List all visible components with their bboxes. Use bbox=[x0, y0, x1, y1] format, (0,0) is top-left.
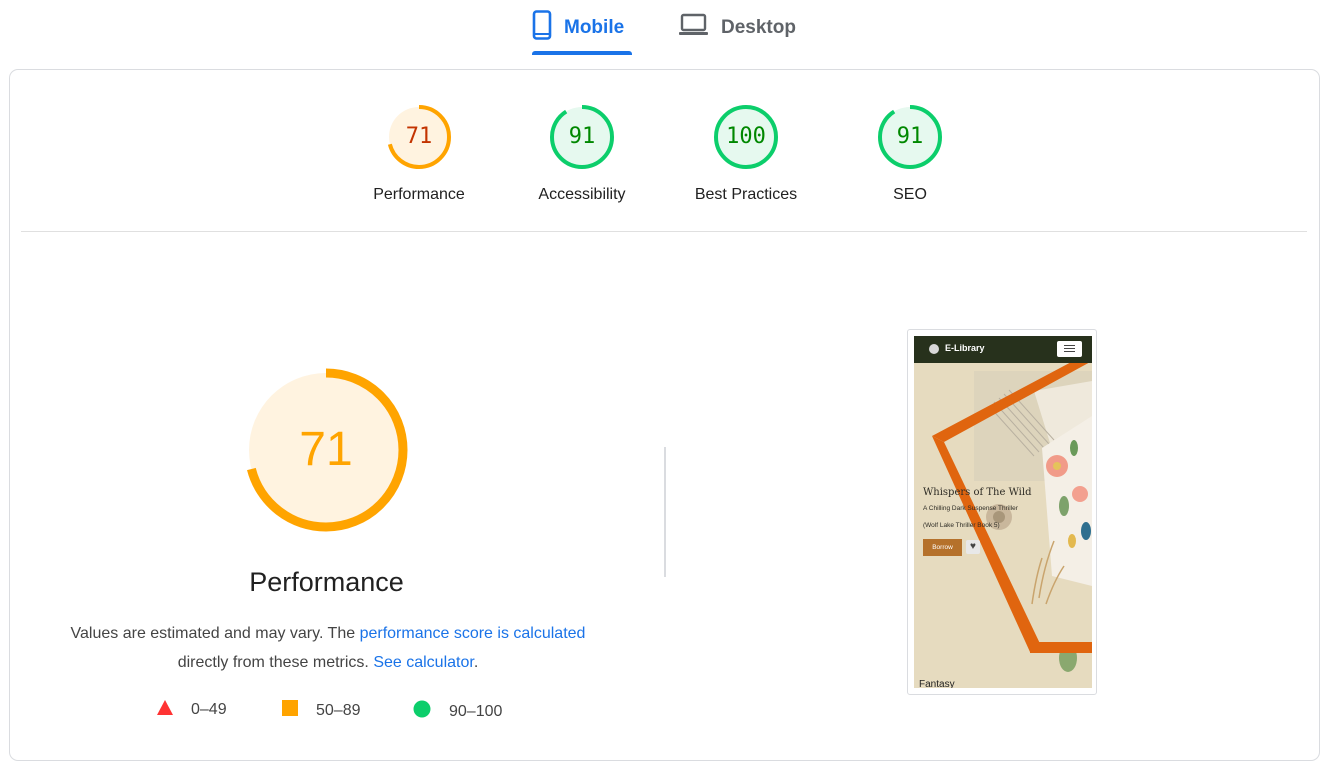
gauge-best-practices-label: Best Practices bbox=[694, 186, 798, 203]
laptop-icon bbox=[678, 13, 709, 43]
desc-text-3: . bbox=[473, 654, 479, 671]
gauge-best-practices[interactable]: 100 Best Practices bbox=[681, 102, 811, 204]
page-screenshot[interactable]: E-Library Whispers of The Wild A Chillin… bbox=[907, 329, 1097, 695]
tab-mobile[interactable]: Mobile bbox=[532, 0, 632, 56]
vertical-divider bbox=[664, 447, 666, 577]
square-icon bbox=[282, 700, 298, 721]
gauge-performance[interactable]: 71 Performance bbox=[354, 102, 484, 204]
legend-range-fail: 0–49 bbox=[191, 701, 227, 718]
smartphone-icon bbox=[532, 10, 552, 46]
site-navbar: E-Library bbox=[914, 336, 1092, 363]
gauge-accessibility[interactable]: 91 Accessibility bbox=[517, 102, 647, 204]
device-tabs: Mobile Desktop bbox=[0, 0, 1330, 58]
tab-desktop[interactable]: Desktop bbox=[678, 0, 803, 56]
circle-icon bbox=[413, 700, 431, 723]
legend-range-pass: 90–100 bbox=[449, 702, 503, 720]
active-tab-indicator bbox=[532, 51, 632, 55]
performance-score-large: 71 bbox=[299, 423, 353, 476]
see-calculator-link[interactable]: See calculator bbox=[373, 654, 474, 671]
gauge-best-practices-score: 100 bbox=[726, 124, 766, 149]
performance-gauge-large: 71 bbox=[242, 366, 410, 534]
screenshot-content: E-Library Whispers of The Wild A Chillin… bbox=[914, 336, 1092, 688]
gauge-performance-label: Performance bbox=[373, 186, 465, 203]
score-calculated-link[interactable]: performance score is calculated bbox=[360, 625, 586, 642]
performance-description: Values are estimated and may vary. The p… bbox=[43, 619, 613, 677]
gauge-accessibility-score: 91 bbox=[568, 124, 596, 149]
gauge-seo-score: 91 bbox=[896, 124, 924, 149]
score-gauges: 71 Performance 91 Accessibility 100 Best… bbox=[10, 102, 1319, 222]
heart-icon[interactable]: ♥ bbox=[966, 540, 980, 554]
gauge-seo[interactable]: 91 SEO bbox=[845, 102, 975, 204]
desc-text-2: directly from these metrics. bbox=[177, 654, 374, 671]
performance-title: Performance bbox=[249, 567, 404, 597]
site-name: E-Library bbox=[945, 343, 985, 353]
hero-image bbox=[914, 336, 1092, 688]
hero-title: Whispers of The Wild bbox=[923, 487, 1032, 498]
hamburger-menu-icon[interactable] bbox=[1057, 341, 1082, 357]
tab-mobile-label: Mobile bbox=[564, 17, 625, 38]
tab-desktop-label: Desktop bbox=[721, 17, 796, 38]
hero-subtitle: A Chilling Dark Suspense Thriller bbox=[923, 505, 1018, 512]
score-legend: 0–49 50–89 90–100 bbox=[10, 700, 643, 724]
section-divider bbox=[21, 231, 1307, 232]
legend-item-average: 50–89 bbox=[282, 700, 361, 721]
hero-series: (Wolf Lake Thriller Book 5) bbox=[923, 522, 1000, 529]
legend-item-pass: 90–100 bbox=[413, 700, 502, 723]
desc-text-1: Values are estimated and may vary. The bbox=[70, 625, 360, 642]
legend-item-fail: 0–49 bbox=[157, 700, 227, 720]
legend-range-average: 50–89 bbox=[316, 701, 361, 719]
report-card: 71 Performance 91 Accessibility 100 Best… bbox=[9, 69, 1320, 761]
section-label-fantasy: Fantasy bbox=[919, 679, 955, 688]
library-logo-icon bbox=[929, 344, 939, 354]
gauge-seo-label: SEO bbox=[893, 186, 927, 203]
borrow-button[interactable]: Borrow bbox=[923, 539, 962, 556]
triangle-icon bbox=[157, 700, 173, 720]
gauge-performance-score: 71 bbox=[405, 124, 433, 149]
gauge-accessibility-label: Accessibility bbox=[538, 186, 626, 203]
